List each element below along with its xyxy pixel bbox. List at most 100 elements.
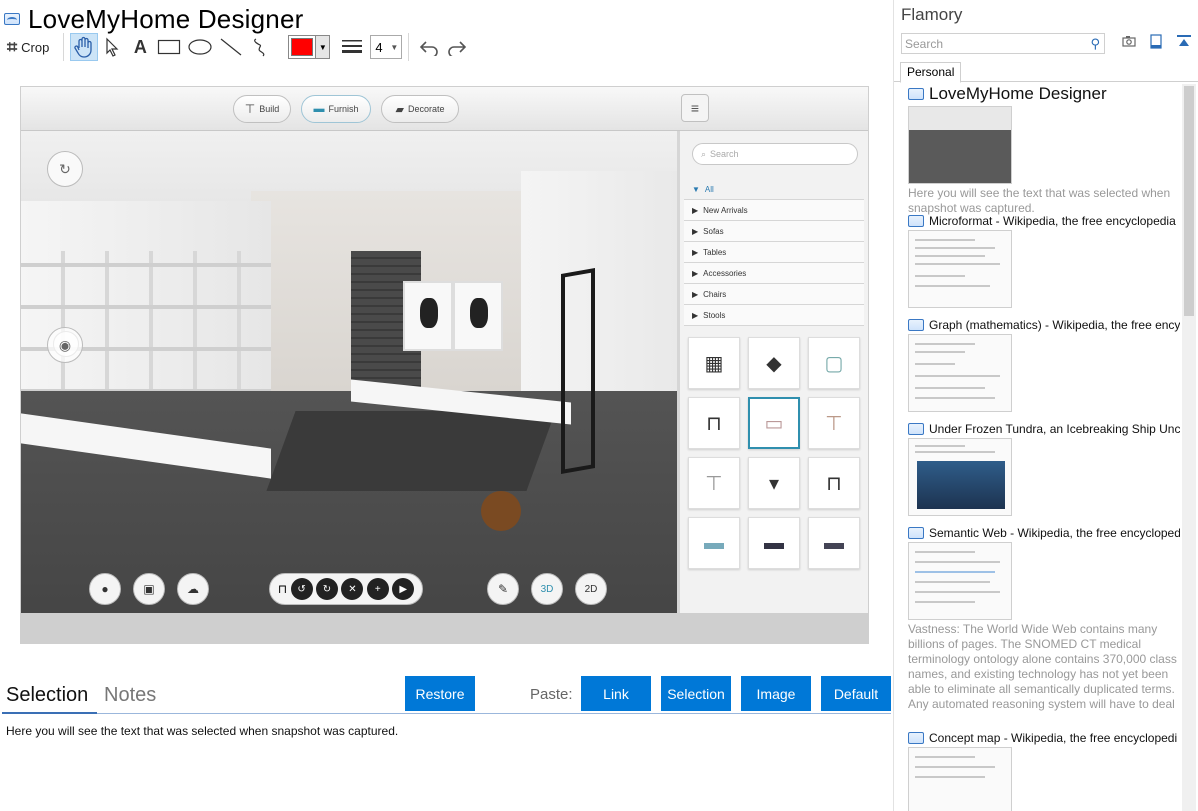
collapse-icon[interactable]: [1176, 34, 1192, 52]
list-item: ▼ All: [684, 179, 864, 200]
list-item[interactable]: Under Frozen Tundra, an Icebreaking Ship…: [908, 422, 1180, 526]
line-width-select[interactable]: 4 ▼: [370, 35, 403, 59]
view-3d-icon: 3D: [531, 573, 563, 605]
undo-icon: [420, 41, 439, 56]
product-thumbnail: ⊤: [808, 397, 860, 449]
wall-art: [403, 281, 453, 351]
paste-selection-button[interactable]: Selection: [661, 676, 731, 711]
category-label: Sofas: [703, 226, 724, 236]
snapshot-thumbnail: [908, 334, 1012, 412]
list-item[interactable]: LoveMyHome Designer Here you will see th…: [908, 84, 1180, 215]
snapshot-tab-label: Furnish: [328, 104, 359, 114]
tabs-divider: [97, 713, 891, 714]
scrollbar-thumb[interactable]: [1184, 86, 1194, 316]
product-thumbnail: ⊓: [688, 397, 740, 449]
product-thumbnail: ▢: [808, 337, 860, 389]
undo-button[interactable]: [415, 33, 443, 61]
snapshot-thumbnail: [908, 438, 1012, 516]
paste-image-button[interactable]: Image: [741, 676, 811, 711]
tab-personal[interactable]: Personal: [900, 62, 962, 83]
caret-right-icon: ▶: [692, 268, 699, 278]
search-icon[interactable]: ⚲: [1090, 36, 1100, 52]
search-icon: ⌕: [701, 148, 707, 159]
product-thumbnail: ▬: [808, 517, 860, 569]
list-item-title: Under Frozen Tundra, an Icebreaking Ship…: [929, 422, 1180, 436]
category-label: Chairs: [703, 289, 727, 299]
crop-label: Crop: [21, 39, 50, 55]
color-swatch: [291, 38, 314, 56]
search-input[interactable]: Search ⚲: [901, 33, 1105, 54]
freehand-tool-button[interactable]: [246, 33, 274, 61]
line-width-icon: [342, 40, 363, 53]
list-item[interactable]: Concept map - Wikipedia, the free encycl…: [908, 731, 1180, 811]
app-icon: [908, 88, 924, 100]
snapshot-tab-furnish: ▬ Furnish: [301, 95, 371, 123]
list-item[interactable]: Semantic Web - Wikipedia, the free encyc…: [908, 526, 1180, 731]
pencil-icon: ✎: [487, 573, 519, 605]
freehand-icon: [254, 38, 265, 57]
list-item-header: Semantic Web - Wikipedia, the free encyc…: [908, 526, 1180, 540]
text-tool-button[interactable]: A: [126, 33, 154, 61]
title-row: LoveMyHome Designer: [4, 4, 303, 34]
list-item-header: Concept map - Wikipedia, the free encycl…: [908, 731, 1180, 745]
crop-icon: ⌗: [7, 36, 18, 57]
product-thumbnail: ⊤: [688, 457, 740, 509]
ellipse-icon: [188, 39, 212, 55]
room-controls: ● ▣ ☁ ⊓ ↺ ↻ ✕ + ▶ ✎ 3D 2D: [21, 563, 677, 615]
snapshot-tab-decorate: ▰ Decorate: [381, 95, 459, 123]
redo-icon: [448, 41, 467, 56]
move-icon: ◉: [47, 327, 83, 363]
snapshot-topbar: ⊤ Build ▬ Furnish ▰ Decorate ≡: [21, 87, 868, 131]
category-label: Accessories: [703, 268, 747, 278]
restore-button[interactable]: Restore: [405, 676, 475, 711]
list-item[interactable]: Graph (mathematics) - Wikipedia, the fre…: [908, 318, 1180, 422]
document-icon[interactable]: [1150, 34, 1162, 52]
line-width-button[interactable]: [338, 33, 366, 61]
snapshot-bottom-bar: [21, 613, 868, 643]
rectangle-tool-button[interactable]: [154, 33, 184, 61]
view-3d-label: 3D: [540, 583, 554, 595]
snapshot-image[interactable]: ⊤ Build ▬ Furnish ▰ Decorate ≡ ↻ ◉ ● ▣ ☁…: [20, 86, 869, 644]
color-picker[interactable]: ▼: [288, 35, 331, 59]
selection-text[interactable]: Here you will see the text that was sele…: [6, 724, 398, 738]
user-icon: ●: [89, 573, 121, 605]
pointer-tool-button[interactable]: [98, 33, 126, 61]
line-tool-button[interactable]: [216, 33, 246, 61]
tab-selection[interactable]: Selection: [6, 684, 88, 707]
snapshot-tab-label: Decorate: [407, 104, 445, 114]
room-monkey-figure: [481, 491, 521, 531]
room-3d-view: ↻ + ◉ ● ▣ ☁ ⊓ ↺ ↻ ✕ + ▶ ✎: [21, 131, 677, 615]
camera-icon[interactable]: [1122, 34, 1136, 50]
list-item-header: Microformat - Wikipedia, the free encycl…: [908, 214, 1180, 228]
snapshot-tab-label: Build: [259, 104, 280, 114]
category-list: ▼ All ▶ New Arrivals ▶ Sofas ▶ Tables ▶ Acces…: [684, 179, 864, 326]
list-item[interactable]: Microformat - Wikipedia, the free encycl…: [908, 214, 1180, 318]
menu-icon: ≡: [681, 94, 709, 122]
line-icon: [220, 38, 242, 56]
ellipse-tool-button[interactable]: [184, 33, 216, 61]
toolbar-separator: [63, 33, 65, 61]
snapshot-thumbnail: [908, 542, 1012, 620]
paste-link-button[interactable]: Link: [581, 676, 651, 711]
caret-right-icon: ▶: [692, 289, 699, 299]
hand-tool-button[interactable]: [70, 33, 99, 61]
crop-button[interactable]: ⌗ Crop: [4, 33, 57, 61]
cloud-upload-icon: ☁: [177, 573, 209, 605]
sidebar-scrollbar[interactable]: [1182, 84, 1196, 811]
chevron-down-icon: ▼: [315, 36, 330, 58]
paste-default-button[interactable]: Default: [821, 676, 891, 711]
rotate-left-icon: ↺: [290, 578, 313, 600]
hammer-icon: ⊤: [244, 102, 256, 116]
editor-pane: LoveMyHome Designer ⌗ Crop A ▼ 4 ▼ ⊤ Bui…: [0, 0, 893, 811]
product-thumbnail: ▭: [748, 397, 800, 449]
hand-icon: [74, 36, 92, 58]
category-label: Stools: [703, 310, 726, 320]
tab-notes[interactable]: Notes: [104, 684, 156, 707]
list-item-title: Concept map - Wikipedia, the free encycl…: [929, 731, 1178, 745]
category-label: New Arrivals: [703, 205, 748, 215]
flamory-sidebar: Flamory Search ⚲ Personal LoveMyHome Des…: [894, 0, 1198, 811]
room-rug: [266, 411, 556, 491]
app-icon: [4, 13, 20, 25]
list-item-header: Under Frozen Tundra, an Icebreaking Ship…: [908, 422, 1180, 436]
redo-button[interactable]: [443, 33, 471, 61]
